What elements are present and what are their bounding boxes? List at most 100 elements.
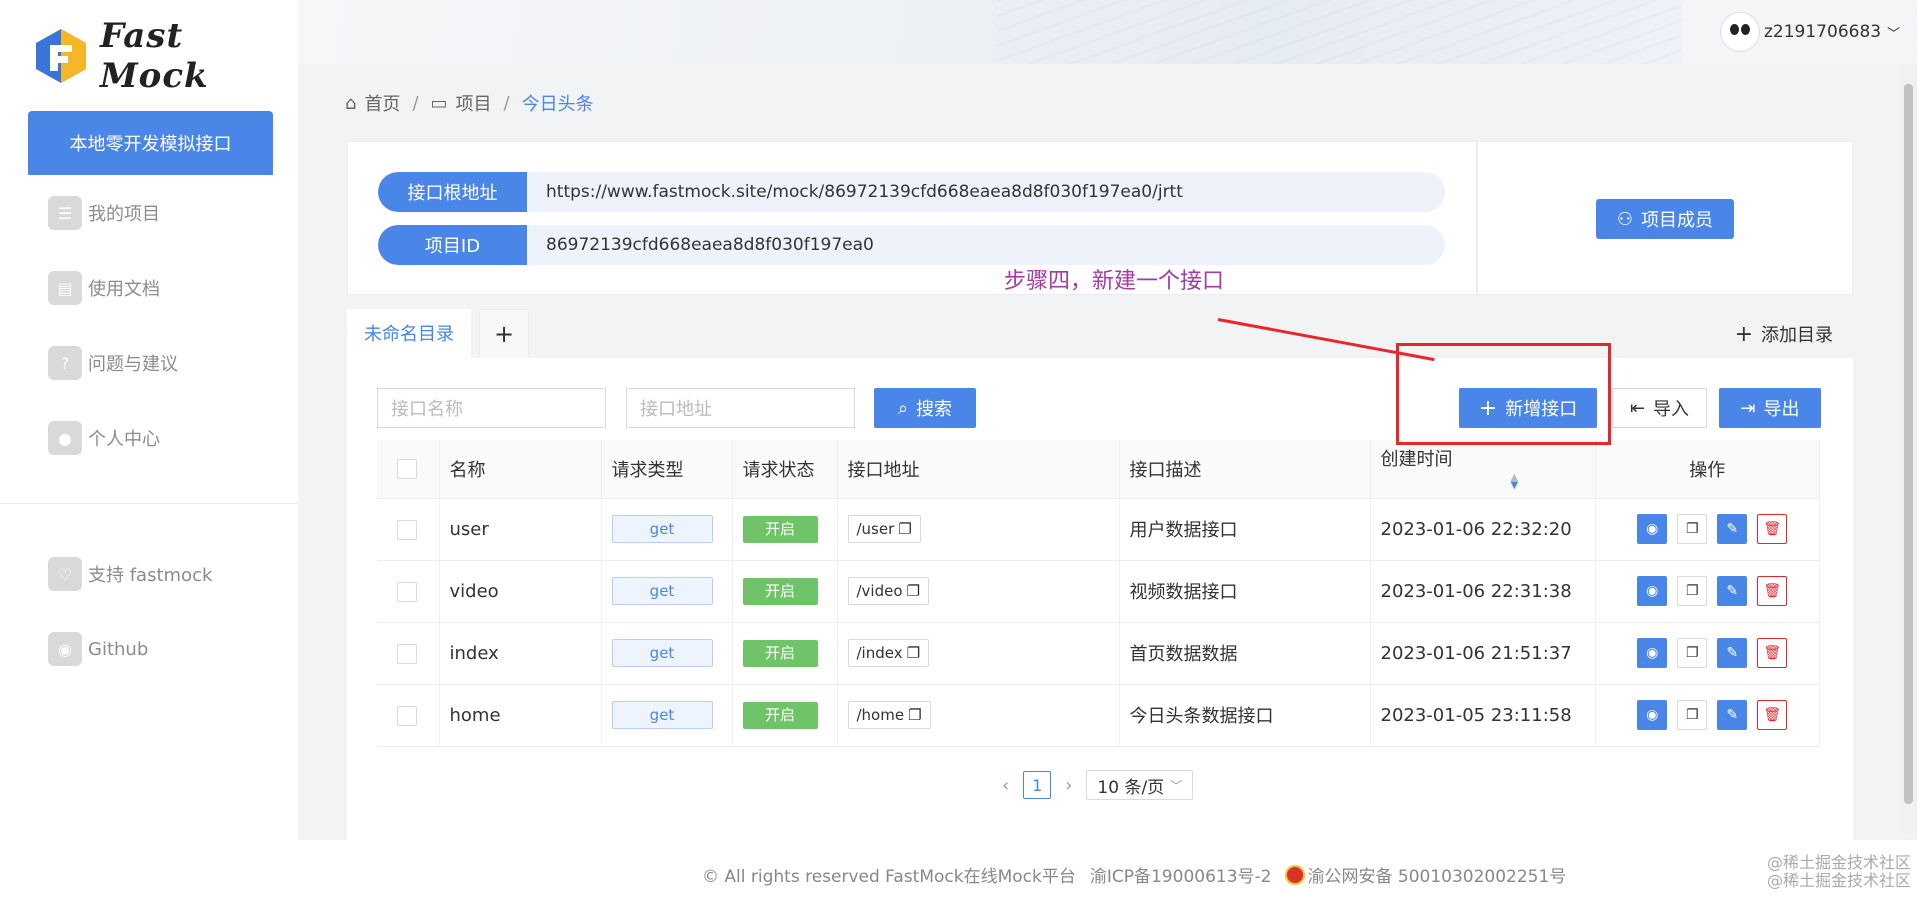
col-created[interactable]: 创建时间 ▲ ▼ [1370, 440, 1596, 499]
trash-icon: 🗑 [1763, 583, 1782, 599]
tab-unnamed-directory[interactable]: 未命名目录 [347, 309, 471, 359]
project-id-label: 项目ID [378, 225, 527, 265]
sidebar-item-feedback[interactable]: ? 问题与建议 [48, 343, 178, 383]
sort-icon[interactable]: ▲ ▼ [1511, 473, 1519, 491]
add-directory-label: 添加目录 [1761, 325, 1833, 346]
edit-button[interactable]: ✎ [1717, 576, 1748, 606]
user-icon: ● [48, 421, 82, 455]
actions-cell: ◉ ❐ ✎ 🗑 [1595, 684, 1820, 747]
sidebar-item-github[interactable]: ◉ Github [48, 629, 148, 669]
api-name: video [439, 560, 602, 623]
api-name: index [439, 622, 602, 685]
user-menu[interactable]: z2191706683 ﹀ [1682, 0, 1916, 64]
sidebar-item-docs[interactable]: ▤ 使用文档 [48, 268, 160, 308]
police-record[interactable]: 渝公网安备 50010302002251号 [1285, 862, 1566, 887]
next-page-icon[interactable]: › [1065, 775, 1072, 796]
sidebar-item-support[interactable]: ♡ 支持 fastmock [48, 554, 212, 594]
delete-button[interactable]: 🗑 [1757, 700, 1788, 730]
page-size-select[interactable]: 10 条/页 ﹀ [1086, 770, 1194, 800]
local-mock-button[interactable]: 本地零开发模拟接口 [28, 111, 273, 175]
col-created-label: 创建时间 [1380, 449, 1453, 471]
pencil-icon: ✎ [1726, 707, 1739, 723]
view-button[interactable]: ◉ [1637, 638, 1668, 668]
project-members-button[interactable]: ⚇ 项目成员 [1596, 199, 1734, 239]
sidebar-item-label: 个人中心 [88, 429, 160, 450]
status-badge[interactable]: 开启 [742, 701, 818, 729]
status-badge[interactable]: 开启 [742, 515, 818, 543]
export-button[interactable]: ⇥ 导出 [1719, 388, 1821, 428]
scrollbar-thumb[interactable] [1904, 84, 1913, 804]
edit-button[interactable]: ✎ [1717, 700, 1748, 730]
search-button[interactable]: ⌕ 搜索 [874, 388, 976, 428]
sidebar-item-profile[interactable]: ● 个人中心 [48, 418, 160, 458]
row-checkbox[interactable] [397, 519, 417, 540]
url-chip[interactable]: /index ❐ [847, 639, 930, 667]
eye-icon: ◉ [1646, 521, 1659, 537]
view-button[interactable]: ◉ [1637, 576, 1668, 606]
import-button[interactable]: ⇤ 导入 [1612, 388, 1707, 428]
search-label: 搜索 [916, 399, 953, 420]
copy-button[interactable]: ❐ [1677, 700, 1708, 730]
api-description: 视频数据接口 [1119, 560, 1371, 623]
delete-button[interactable]: 🗑 [1757, 638, 1788, 668]
api-name-input[interactable]: 接口名称 [377, 388, 606, 428]
status-badge[interactable]: 开启 [742, 577, 818, 605]
method-cell: get [601, 560, 733, 623]
chevron-down-icon: ﹀ [1170, 778, 1183, 793]
method-tag: get [611, 639, 713, 667]
breadcrumb-project[interactable]: 项目 [456, 90, 492, 116]
document-icon: ▤ [48, 271, 82, 305]
status-cell: 开启 [732, 684, 838, 747]
edit-button[interactable]: ✎ [1717, 638, 1748, 668]
row-checkbox[interactable] [397, 705, 417, 726]
api-url-input[interactable]: 接口地址 [626, 388, 855, 428]
footer-text: © All rights reserved FastMock在线Mock平台 渝… [702, 862, 1566, 887]
actions-cell: ◉ ❐ ✎ 🗑 [1595, 622, 1820, 685]
url-chip[interactable]: /video ❐ [847, 577, 929, 605]
api-list-panel: 接口名称 接口地址 ⌕ 搜索 + 新增接口 ⇤ 导入 ⇥ 导出 名称 请求类型 … [347, 358, 1853, 840]
row-checkbox[interactable] [397, 643, 417, 664]
export-label: 导出 [1763, 399, 1800, 420]
col-actions: 操作 [1595, 440, 1820, 499]
page-scrollbar[interactable] [1900, 64, 1917, 834]
select-all-checkbox[interactable] [397, 459, 417, 480]
sidebar-item-my-projects[interactable]: ☰ 我的项目 [48, 193, 160, 233]
delete-button[interactable]: 🗑 [1757, 576, 1788, 606]
copy-button[interactable]: ❐ [1677, 514, 1708, 544]
add-directory-button[interactable]: + 添加目录 [1735, 321, 1833, 347]
edit-button[interactable]: ✎ [1717, 514, 1748, 544]
logo[interactable]: Fast Mock [30, 16, 298, 96]
url-chip[interactable]: /user ❐ [847, 515, 921, 543]
copy-button[interactable]: ❐ [1677, 638, 1708, 668]
row-checkbox[interactable] [397, 581, 417, 602]
avatar [1720, 12, 1760, 52]
delete-button[interactable]: 🗑 [1757, 514, 1788, 544]
col-method: 请求类型 [601, 440, 733, 499]
annotation-text: 步骤四，新建一个接口 [1004, 269, 1225, 294]
members-icon: ⚇ [1616, 208, 1634, 230]
method-tag: get [611, 577, 713, 605]
page-size-value: 10 条/页 [1097, 777, 1165, 798]
eye-icon: ◉ [1646, 707, 1659, 723]
method-cell: get [601, 684, 733, 747]
copy-button[interactable]: ❐ [1677, 576, 1708, 606]
table-header-row: 名称 请求类型 请求状态 接口地址 接口描述 创建时间 ▲ ▼ 操作 [377, 440, 1820, 499]
view-button[interactable]: ◉ [1637, 514, 1668, 544]
pencil-icon: ✎ [1726, 521, 1739, 537]
status-cell: 开启 [732, 560, 838, 623]
page-number[interactable]: 1 [1023, 771, 1052, 799]
icp-link[interactable]: 渝ICP备19000613号-2 [1090, 862, 1272, 887]
pencil-icon: ✎ [1726, 583, 1739, 599]
status-badge[interactable]: 开启 [742, 639, 818, 667]
row-select-cell [377, 560, 440, 623]
copyright: © All rights reserved FastMock在线Mock平台 [702, 867, 1076, 887]
heart-icon: ♡ [48, 557, 82, 591]
breadcrumb-home[interactable]: 首页 [364, 90, 400, 116]
url-chip[interactable]: /home ❐ [847, 701, 931, 729]
view-button[interactable]: ◉ [1637, 700, 1668, 730]
breadcrumb: ⌂ 首页 / ▭ 项目 / 今日头条 [345, 90, 594, 116]
prev-page-icon[interactable]: ‹ [1002, 775, 1009, 796]
row-select-cell [377, 684, 440, 747]
add-tab-button[interactable]: + [479, 309, 529, 359]
eye-icon: ◉ [1646, 583, 1659, 599]
